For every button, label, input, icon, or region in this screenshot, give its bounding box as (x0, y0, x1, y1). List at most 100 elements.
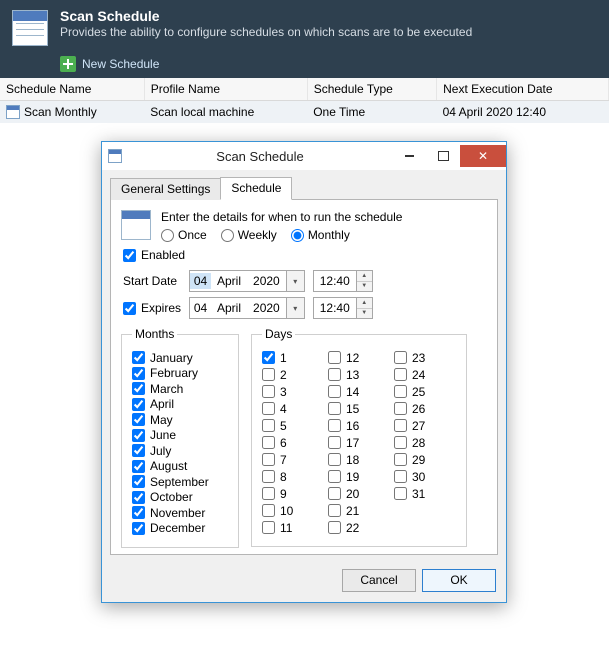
month-february[interactable]: February (132, 366, 228, 380)
day-11[interactable]: 11 (262, 519, 324, 536)
day-8[interactable]: 8 (262, 468, 324, 485)
day-18[interactable]: 18 (328, 451, 390, 468)
day-17[interactable]: 17 (328, 434, 390, 451)
day-23[interactable]: 23 (394, 349, 456, 366)
month-january[interactable]: January (132, 351, 228, 365)
month-checkbox[interactable] (132, 444, 145, 457)
day-checkbox[interactable] (262, 351, 275, 364)
day-checkbox[interactable] (262, 436, 275, 449)
radio-monthly[interactable]: Monthly (291, 228, 350, 242)
day-20[interactable]: 20 (328, 485, 390, 502)
day-checkbox[interactable] (262, 368, 275, 381)
month-checkbox[interactable] (132, 367, 145, 380)
expires-checkbox[interactable] (123, 302, 136, 315)
day-26[interactable]: 26 (394, 400, 456, 417)
col-schedule-type[interactable]: Schedule Type (307, 78, 436, 101)
day-checkbox[interactable] (328, 402, 341, 415)
month-checkbox[interactable] (132, 413, 145, 426)
month-august[interactable]: August (132, 459, 228, 473)
day-checkbox[interactable] (394, 436, 407, 449)
table-row[interactable]: Scan Monthly Scan local machine One Time… (0, 101, 609, 124)
day-30[interactable]: 30 (394, 468, 456, 485)
day-checkbox[interactable] (394, 419, 407, 432)
month-june[interactable]: June (132, 428, 228, 442)
day-checkbox[interactable] (394, 470, 407, 483)
tab-general-settings[interactable]: General Settings (110, 178, 221, 200)
month-checkbox[interactable] (132, 460, 145, 473)
month-checkbox[interactable] (132, 429, 145, 442)
month-july[interactable]: July (132, 444, 228, 458)
month-checkbox[interactable] (132, 398, 145, 411)
col-profile-name[interactable]: Profile Name (144, 78, 307, 101)
spinner-icon[interactable]: ▲▼ (356, 298, 372, 318)
day-19[interactable]: 19 (328, 468, 390, 485)
month-november[interactable]: November (132, 506, 228, 520)
month-checkbox[interactable] (132, 491, 145, 504)
day-10[interactable]: 10 (262, 502, 324, 519)
expires-time-picker[interactable]: 12:40 ▲▼ (313, 297, 373, 319)
spinner-icon[interactable]: ▲▼ (356, 271, 372, 291)
day-checkbox[interactable] (328, 453, 341, 466)
day-27[interactable]: 27 (394, 417, 456, 434)
day-checkbox[interactable] (262, 385, 275, 398)
day-checkbox[interactable] (262, 453, 275, 466)
day-21[interactable]: 21 (328, 502, 390, 519)
day-1[interactable]: 1 (262, 349, 324, 366)
day-checkbox[interactable] (394, 402, 407, 415)
col-schedule-name[interactable]: Schedule Name (0, 78, 144, 101)
day-checkbox[interactable] (328, 419, 341, 432)
day-5[interactable]: 5 (262, 417, 324, 434)
maximize-button[interactable] (426, 145, 460, 167)
month-checkbox[interactable] (132, 382, 145, 395)
radio-weekly[interactable]: Weekly (221, 228, 277, 242)
day-checkbox[interactable] (328, 504, 341, 517)
month-september[interactable]: September (132, 475, 228, 489)
start-time-picker[interactable]: 12:40 ▲▼ (313, 270, 373, 292)
month-checkbox[interactable] (132, 506, 145, 519)
month-march[interactable]: March (132, 382, 228, 396)
col-next-exec[interactable]: Next Execution Date (437, 78, 609, 101)
day-2[interactable]: 2 (262, 366, 324, 383)
day-checkbox[interactable] (262, 487, 275, 500)
enabled-checkbox[interactable] (123, 249, 136, 262)
day-16[interactable]: 16 (328, 417, 390, 434)
day-13[interactable]: 13 (328, 366, 390, 383)
month-checkbox[interactable] (132, 351, 145, 364)
day-checkbox[interactable] (262, 504, 275, 517)
day-9[interactable]: 9 (262, 485, 324, 502)
day-checkbox[interactable] (394, 453, 407, 466)
day-checkbox[interactable] (262, 402, 275, 415)
ok-button[interactable]: OK (422, 569, 496, 592)
month-april[interactable]: April (132, 397, 228, 411)
day-29[interactable]: 29 (394, 451, 456, 468)
day-24[interactable]: 24 (394, 366, 456, 383)
month-december[interactable]: December (132, 521, 228, 535)
day-checkbox[interactable] (262, 470, 275, 483)
day-14[interactable]: 14 (328, 383, 390, 400)
day-checkbox[interactable] (328, 487, 341, 500)
day-15[interactable]: 15 (328, 400, 390, 417)
day-checkbox[interactable] (328, 521, 341, 534)
day-checkbox[interactable] (328, 351, 341, 364)
expires-date-picker[interactable]: 04 April 2020 ▾ (189, 297, 305, 319)
day-3[interactable]: 3 (262, 383, 324, 400)
titlebar[interactable]: Scan Schedule (102, 142, 506, 170)
start-date-picker[interactable]: 04 April 2020 ▾ (189, 270, 305, 292)
month-october[interactable]: October (132, 490, 228, 504)
tab-schedule[interactable]: Schedule (220, 177, 292, 200)
close-button[interactable] (460, 145, 506, 167)
day-31[interactable]: 31 (394, 485, 456, 502)
cancel-button[interactable]: Cancel (342, 569, 416, 592)
day-checkbox[interactable] (328, 368, 341, 381)
month-may[interactable]: May (132, 413, 228, 427)
day-7[interactable]: 7 (262, 451, 324, 468)
day-28[interactable]: 28 (394, 434, 456, 451)
radio-once[interactable]: Once (161, 228, 207, 242)
day-checkbox[interactable] (328, 385, 341, 398)
day-checkbox[interactable] (394, 487, 407, 500)
day-checkbox[interactable] (328, 470, 341, 483)
day-checkbox[interactable] (328, 436, 341, 449)
day-checkbox[interactable] (262, 521, 275, 534)
day-checkbox[interactable] (394, 368, 407, 381)
minimize-button[interactable] (392, 145, 426, 167)
